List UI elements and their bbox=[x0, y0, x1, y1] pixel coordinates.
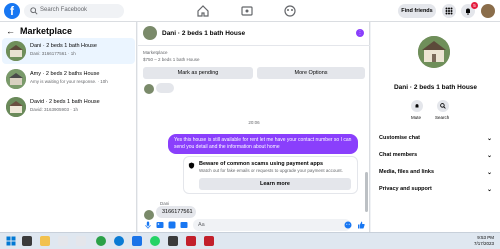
mute-button[interactable] bbox=[411, 100, 423, 112]
more-options-icon[interactable]: ⋮ bbox=[356, 29, 364, 37]
chrome-icon[interactable] bbox=[96, 236, 106, 246]
chat-scrollbar[interactable] bbox=[365, 172, 368, 212]
file-explorer-icon[interactable] bbox=[40, 236, 50, 246]
notification-badge: 5 bbox=[471, 2, 478, 9]
message-input[interactable]: Aa bbox=[193, 219, 351, 231]
section-label: Privacy and support bbox=[379, 186, 432, 192]
store-icon[interactable] bbox=[58, 236, 68, 246]
sent-message-bubble: Yes this house is still available for re… bbox=[168, 134, 358, 154]
search-icon bbox=[30, 7, 38, 15]
conversation-preview: David: 3163905903 · 1h bbox=[30, 107, 79, 112]
chevron-down-icon: ⌄ bbox=[486, 136, 492, 142]
menu-button[interactable] bbox=[442, 4, 456, 18]
find-friends-button[interactable]: Find friends bbox=[398, 4, 436, 18]
notifications-button[interactable]: 5 bbox=[461, 2, 478, 18]
search-input[interactable]: Search Facebook bbox=[24, 4, 124, 18]
settings-icon[interactable] bbox=[76, 236, 86, 246]
conversation-item[interactable]: Amy · 2 beds 2 baths House Amy is waitin… bbox=[2, 66, 135, 92]
conversation-item[interactable]: Dani · 2 beds 1 bath House Dani: 3166177… bbox=[2, 38, 135, 64]
conversation-name: Amy · 2 beds 2 baths House bbox=[30, 71, 100, 77]
edge-icon[interactable] bbox=[114, 236, 124, 246]
search-placeholder: Search Facebook bbox=[40, 7, 88, 13]
windows-start-icon[interactable] bbox=[6, 236, 16, 246]
facebook-logo[interactable]: f bbox=[4, 3, 20, 19]
like-icon[interactable] bbox=[357, 221, 365, 229]
house-thumbnail bbox=[6, 41, 26, 61]
message-timestamp: 20:06 bbox=[248, 120, 260, 125]
chat-title[interactable]: Dani · 2 beds 1 bath House bbox=[162, 30, 245, 37]
more-options-button[interactable]: More Options bbox=[257, 67, 365, 79]
system-clock[interactable]: 9:53 PM 7/17/2023 bbox=[474, 235, 494, 247]
chat-window: Dani · 2 beds 1 bath House ⋮ Marketplace… bbox=[138, 22, 370, 232]
chat-header: Dani · 2 beds 1 bath House ⋮ bbox=[138, 22, 370, 46]
whatsapp-icon[interactable] bbox=[150, 236, 160, 246]
media-files-links-section[interactable]: Media, files and links ⌄ bbox=[379, 169, 492, 176]
adobe-icon[interactable] bbox=[186, 236, 196, 246]
image-icon[interactable] bbox=[156, 221, 164, 229]
emoji-icon[interactable] bbox=[344, 221, 352, 229]
house-thumbnail bbox=[6, 69, 26, 89]
top-navigation-bar: f Search Facebook Find friends 5 bbox=[0, 0, 500, 22]
sender-avatar bbox=[144, 84, 154, 94]
marketplace-label: Marketplace bbox=[143, 50, 168, 55]
microphone-icon[interactable] bbox=[144, 221, 152, 229]
chat-members-section[interactable]: Chat members ⌄ bbox=[379, 152, 492, 159]
panel-title: Marketplace bbox=[20, 26, 73, 36]
back-arrow-icon[interactable]: ← bbox=[6, 26, 15, 36]
mute-label: Mute bbox=[411, 115, 422, 120]
sticker-icon[interactable] bbox=[168, 221, 176, 229]
warning-title: Beware of common scams using payment app… bbox=[199, 161, 324, 167]
privacy-support-section[interactable]: Privacy and support ⌄ bbox=[379, 186, 492, 193]
gaming-icon[interactable] bbox=[283, 4, 297, 18]
marketplace-inbox-panel: ← Marketplace Dani · 2 beds 1 bath House… bbox=[0, 22, 137, 232]
search-icon bbox=[440, 103, 446, 109]
chevron-down-icon: ⌄ bbox=[486, 187, 492, 193]
mark-pending-button[interactable]: Mark as pending bbox=[143, 67, 253, 79]
section-label: Chat members bbox=[379, 152, 418, 158]
menu-grid-icon bbox=[445, 7, 453, 15]
home-icon[interactable] bbox=[196, 4, 210, 18]
conversation-name: David · 2 beds 1 bath House bbox=[30, 99, 100, 105]
windows-taskbar: 9:53 PM 7/17/2023 bbox=[0, 232, 500, 249]
search-conversation-button[interactable] bbox=[437, 100, 449, 112]
house-thumbnail bbox=[6, 97, 26, 117]
search-label: Search bbox=[435, 115, 450, 120]
bell-icon bbox=[466, 8, 470, 15]
received-message-bubble: 3166177561 bbox=[156, 206, 196, 218]
app-icon[interactable] bbox=[168, 236, 178, 246]
bell-icon bbox=[415, 104, 419, 108]
message-bubble bbox=[156, 83, 174, 93]
learn-more-button[interactable]: Learn more bbox=[199, 178, 351, 190]
conversation-preview: Amy is waiting for your response. · 10h bbox=[30, 79, 108, 84]
message-composer: Aa bbox=[138, 218, 370, 232]
chevron-down-icon: ⌄ bbox=[486, 170, 492, 176]
listing-price[interactable]: $750 – 2 beds 1 bath House bbox=[143, 57, 200, 62]
warning-body: Watch out for fake emails or requests to… bbox=[199, 168, 343, 173]
customise-chat-section[interactable]: Customise chat ⌄ bbox=[379, 135, 492, 142]
task-view-icon[interactable] bbox=[22, 236, 32, 246]
groups-icon[interactable] bbox=[240, 4, 254, 18]
app-icon[interactable] bbox=[132, 236, 142, 246]
scam-warning-card: Beware of common scams using payment app… bbox=[183, 156, 358, 194]
section-label: Media, files and links bbox=[379, 169, 435, 175]
conversation-name: Dani · 2 beds 1 bath House bbox=[30, 43, 97, 49]
contact-name: Dani · 2 beds 1 bath House bbox=[393, 84, 478, 91]
profile-avatar[interactable] bbox=[481, 4, 495, 18]
clock-date: 7/17/2023 bbox=[473, 241, 494, 246]
section-label: Customise chat bbox=[379, 135, 420, 141]
chevron-down-icon: ⌄ bbox=[486, 153, 492, 159]
chat-house-thumbnail bbox=[143, 26, 157, 40]
chat-details-panel: Dani · 2 beds 1 bath House Mute Search C… bbox=[371, 22, 500, 232]
shield-icon bbox=[188, 162, 195, 169]
listing-photo[interactable] bbox=[418, 36, 450, 68]
gif-icon[interactable] bbox=[180, 221, 188, 229]
conversation-item[interactable]: David · 2 beds 1 bath House David: 31639… bbox=[2, 94, 135, 120]
app-icon[interactable] bbox=[204, 236, 214, 246]
conversation-preview: Dani: 3166177561 · 1h bbox=[30, 51, 76, 56]
